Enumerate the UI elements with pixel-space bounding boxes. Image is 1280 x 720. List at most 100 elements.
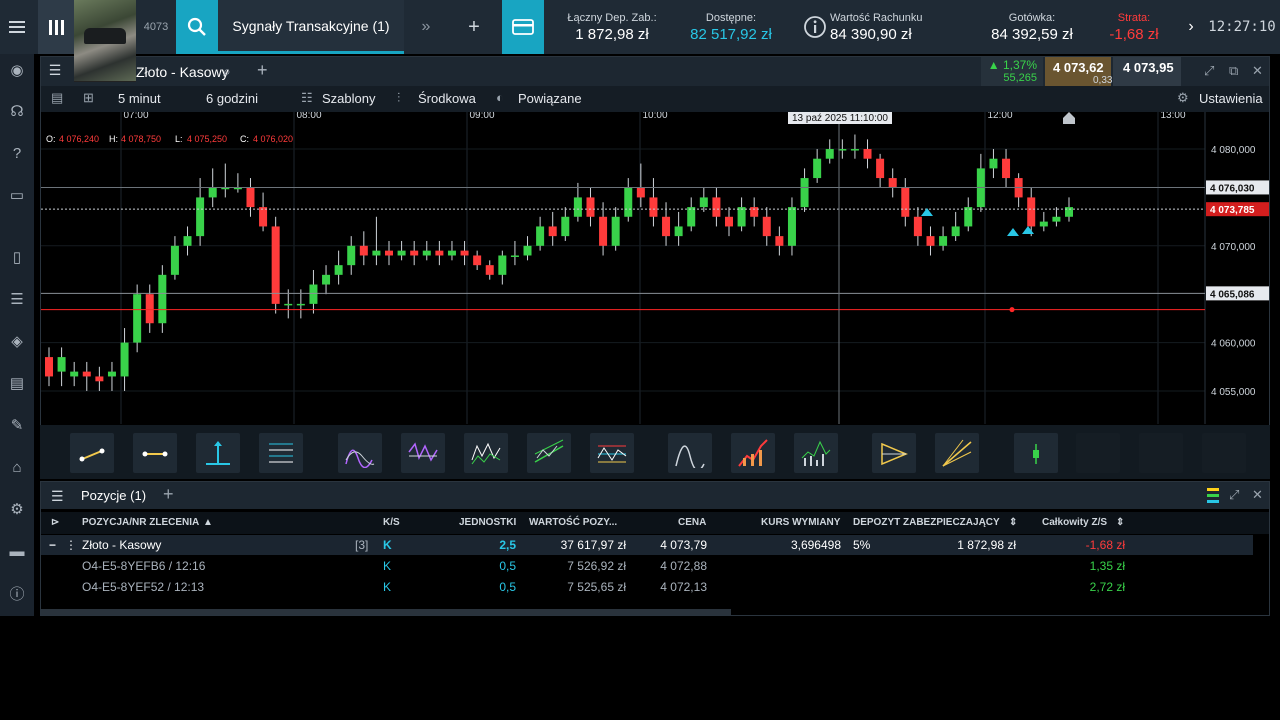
wallet-button[interactable] <box>502 0 544 54</box>
stochastic-tool[interactable] <box>401 433 445 473</box>
search-button[interactable] <box>176 0 218 54</box>
candle-body <box>888 178 897 188</box>
volume-profile-icon <box>738 439 768 467</box>
spread-value: 0,33 <box>1093 75 1113 86</box>
interval-select[interactable]: 5 minut <box>118 91 161 106</box>
buy-price-button[interactable]: 4 073,95 <box>1113 57 1181 86</box>
order-row[interactable]: O4-E5-8YEF52 / 12:13 K 0,5 7 525,65 zł 4… <box>41 577 1253 597</box>
candle-body <box>284 303 293 306</box>
tools-icon[interactable]: ✎ <box>0 414 34 436</box>
education-icon[interactable]: ⌂ <box>0 456 34 478</box>
account-info-button[interactable] <box>798 0 832 54</box>
layout-list-icon[interactable]: ▤ <box>51 90 63 106</box>
window-icon[interactable]: ▬ <box>0 540 34 562</box>
tag-icon[interactable]: ◈ <box>0 330 34 352</box>
book-icon[interactable]: ▯ <box>0 246 34 268</box>
position-pl: -1,68 zł <box>1085 538 1125 552</box>
col-pl[interactable]: Całkowity Z/S <box>1042 517 1107 528</box>
instrument-title[interactable]: Złoto - Kasowy <box>136 64 229 80</box>
grid-icon[interactable]: ⊞ <box>83 90 94 106</box>
arrow-pattern-tool[interactable] <box>872 433 916 473</box>
instrument-search-button[interactable]: ⌕ <box>223 63 231 80</box>
headset-icon[interactable]: ☊ <box>0 100 34 122</box>
candle-body <box>787 207 796 246</box>
volume-profile-tool[interactable] <box>731 433 775 473</box>
sell-price-button[interactable]: 4 073,62 0,33 <box>1045 57 1113 86</box>
drawing-tools-row <box>40 425 1270 479</box>
templates-button[interactable]: Szablony <box>322 91 375 106</box>
main-menu-button[interactable] <box>0 0 34 54</box>
col-side[interactable]: K/S <box>383 517 400 528</box>
positions-title[interactable]: Pozycje (1) <box>81 488 146 503</box>
horizontal-scrollbar[interactable] <box>41 609 731 615</box>
candle-body <box>649 197 658 217</box>
candle-body <box>460 250 469 256</box>
candle-body <box>850 149 859 151</box>
layout-stack-icon[interactable] <box>1207 487 1219 508</box>
platform-logo-button[interactable] <box>38 0 76 54</box>
indicator-button[interactable]: Środkowa <box>418 91 476 106</box>
related-button[interactable]: Powiązane <box>518 91 582 106</box>
pitchfork-tool[interactable] <box>935 433 979 473</box>
plus-icon[interactable]: + <box>163 484 174 505</box>
col-price[interactable]: CENA <box>678 517 706 528</box>
empty-tool-slot[interactable] <box>1076 433 1120 473</box>
card-icon[interactable]: ▭ <box>0 184 34 206</box>
scroll-metrics-right-button[interactable]: › <box>1180 0 1202 54</box>
add-tab-button[interactable]: + <box>452 0 496 54</box>
tab-trading-signals[interactable]: Sygnały Transakcyjne (1) <box>218 0 404 54</box>
vertical-line-tool[interactable] <box>196 433 240 473</box>
hamburger-icon[interactable]: ☰ <box>51 488 64 505</box>
settings-button[interactable]: Ustawienia <box>1199 91 1263 106</box>
fibonacci-tool[interactable] <box>259 433 303 473</box>
more-vert-icon[interactable]: ⋮ <box>65 538 77 552</box>
list-icon[interactable]: ☰ <box>0 288 34 310</box>
help-icon[interactable]: ? <box>0 142 34 164</box>
expand-icon[interactable]: ⤢ <box>1229 487 1239 503</box>
x-tick-label: 10:00 <box>642 112 667 121</box>
col-value[interactable]: WARTOŚĆ POZY... <box>529 517 617 528</box>
webcam-overlay-image <box>74 0 136 82</box>
col-margin[interactable]: DEPOZYT ZABEZPIECZAJĄCY <box>853 517 1000 528</box>
col-position[interactable]: POZYCJA/NR ZLECENIA <box>82 517 199 528</box>
info-icon[interactable]: ⓘ <box>0 582 34 604</box>
collapse-icon[interactable]: − <box>49 538 56 552</box>
candle-body <box>901 187 910 217</box>
panel-menu-button[interactable]: ☰ <box>45 62 65 82</box>
expand-icon[interactable]: ⤢ <box>1204 63 1214 79</box>
position-row[interactable]: − ⋮ Złoto - Kasowy [3] K 2,5 37 617,97 z… <box>41 535 1253 555</box>
bands-tool[interactable] <box>590 433 634 473</box>
position-value: 37 617,97 zł <box>560 538 626 552</box>
channel-tool[interactable] <box>527 433 571 473</box>
horizontal-line-tool[interactable] <box>133 433 177 473</box>
add-chart-button[interactable]: + <box>257 60 268 81</box>
price-marker-tool[interactable] <box>1014 433 1058 473</box>
metric-account-value: Wartość Rachunku 84 390,90 zł <box>830 0 946 54</box>
oscillator-tool[interactable] <box>338 433 382 473</box>
empty-tool-slot[interactable] <box>1139 433 1183 473</box>
order-value: 7 526,92 zł <box>567 559 626 573</box>
candle-body <box>208 187 217 198</box>
candle-body <box>259 207 268 227</box>
news-icon[interactable]: ▤ <box>0 372 34 394</box>
user-icon[interactable]: ◉ <box>0 59 34 81</box>
popout-icon[interactable]: ⧉ <box>1229 63 1238 79</box>
col-units[interactable]: JEDNOSTKI <box>459 517 516 528</box>
pitchfork-icon <box>942 439 972 467</box>
histogram-tool[interactable] <box>794 433 838 473</box>
candle-body <box>334 265 343 275</box>
gear-icon[interactable]: ⚙ <box>0 498 34 520</box>
price-chart[interactable]: 07:00 08:00 09:00 10:00 12:00 13:00 4 080,000 4… <box>41 112 1269 424</box>
order-row[interactable]: O4-E5-8YEFB6 / 12:16 K 0,5 7 526,92 zł 4… <box>41 556 1253 576</box>
empty-tool-slot[interactable] <box>1202 433 1246 473</box>
range-select[interactable]: 6 godzini <box>206 91 258 106</box>
trend-line-tool[interactable] <box>70 433 114 473</box>
sort-icon: ⇕ <box>1009 517 1018 528</box>
wave-tool[interactable] <box>668 433 712 473</box>
expand-all-icon[interactable]: ⊳ <box>51 517 59 528</box>
close-icon[interactable]: ✕ <box>1252 487 1263 503</box>
col-fx[interactable]: KURS WYMIANY <box>761 517 840 528</box>
more-tabs-button[interactable]: » <box>404 0 448 54</box>
macd-tool[interactable] <box>464 433 508 473</box>
close-icon[interactable]: ✕ <box>1252 63 1263 79</box>
